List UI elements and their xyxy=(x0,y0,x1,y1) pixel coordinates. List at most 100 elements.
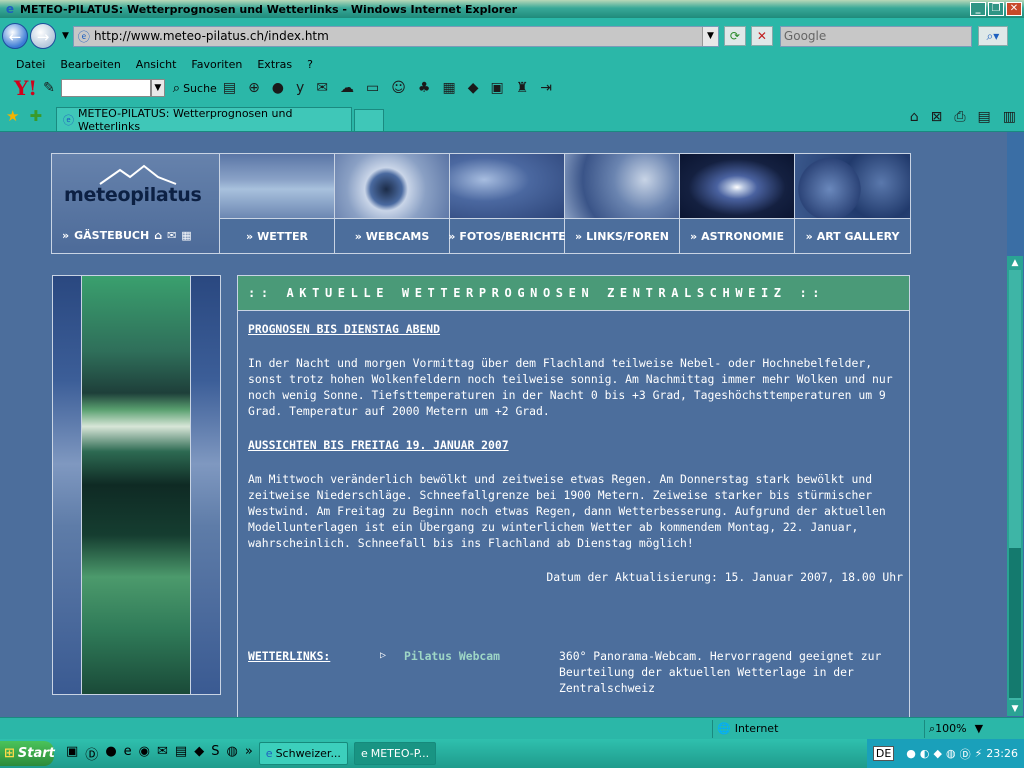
double-arrow-icon: » xyxy=(354,230,362,243)
nav-item-webcams[interactable]: » WEBCAMS xyxy=(335,154,450,253)
menu-favoriten[interactable]: Favoriten xyxy=(191,58,242,71)
nav-item-fotos[interactable]: » FOTOS/BERICHTE xyxy=(448,154,566,253)
quicklaunch-mail-icon[interactable]: ✉ xyxy=(157,744,168,763)
spheres-image xyxy=(795,154,910,219)
mail-icon[interactable]: ✉ xyxy=(316,80,328,96)
double-arrow-icon: » xyxy=(448,230,456,243)
logo-text: meteopilatus xyxy=(64,184,202,206)
yahoo-small-icon[interactable]: y xyxy=(296,80,304,96)
quicklaunch-desktop-icon[interactable]: ▣ xyxy=(66,744,78,763)
tools-menu-icon[interactable]: ▥ xyxy=(1003,109,1016,125)
page-scrollbar[interactable]: ▲ ▼ xyxy=(1007,256,1023,716)
quicklaunch-firefox-icon[interactable]: ◉ xyxy=(139,744,150,763)
double-arrow-icon: » xyxy=(62,229,70,242)
tray-icon-b[interactable]: ◐ xyxy=(920,747,930,760)
tray-icon-e[interactable]: Ⓓ xyxy=(960,746,971,762)
nav-item-astronomie[interactable]: » ASTRONOMIE xyxy=(680,154,795,253)
quicklaunch-globe-icon[interactable]: ◍ xyxy=(226,744,237,763)
pencil-icon[interactable]: ✎ xyxy=(43,80,55,96)
toolbar-search-field[interactable] xyxy=(60,79,151,97)
menu-bearbeiten[interactable]: Bearbeiten xyxy=(60,58,120,71)
quicklaunch-ie-icon[interactable]: e xyxy=(124,744,132,763)
stamp-icon[interactable]: ♜ xyxy=(516,80,529,96)
add-favorite-icon[interactable]: ✚ xyxy=(29,107,42,125)
site-logo[interactable]: meteopilatus » GÄSTEBUCH ⌂ ✉ ▦ xyxy=(52,154,220,253)
target-icon[interactable]: ⊕ xyxy=(248,80,260,96)
home-icon[interactable]: ⌂ xyxy=(910,109,919,125)
yahoo-logo-icon[interactable]: Y! xyxy=(14,76,37,100)
weather-icon[interactable]: ☁ xyxy=(340,80,354,96)
favorites-star-icon[interactable]: ★ xyxy=(6,107,19,125)
tray-icon-d[interactable]: ◍ xyxy=(946,747,956,760)
new-tab-button[interactable] xyxy=(354,109,385,131)
menu-ansicht[interactable]: Ansicht xyxy=(136,58,177,71)
feeds-icon[interactable]: ⊠ xyxy=(931,109,943,125)
chain-image xyxy=(565,154,679,219)
zoom-dropdown-icon[interactable]: ▼ xyxy=(975,722,983,735)
menu-datei[interactable]: Datei xyxy=(16,58,45,71)
tray-icon-a[interactable]: ● xyxy=(906,747,916,760)
task-schweizer[interactable]: e Schweizer... xyxy=(258,742,348,765)
people-icon[interactable]: ♣ xyxy=(418,80,431,96)
tray-icon-c[interactable]: ◆ xyxy=(933,747,941,760)
print-icon[interactable]: ⎙ xyxy=(954,109,965,125)
task-meteo[interactable]: e METEO-P... xyxy=(353,742,437,765)
sitemap-icon[interactable]: ▦ xyxy=(181,229,191,242)
nav-item-art-gallery[interactable]: » ART GALLERY xyxy=(795,154,910,253)
highlight-icon[interactable]: ▤ xyxy=(223,80,236,96)
quicklaunch-app-icon[interactable]: ◆ xyxy=(194,744,204,763)
exit-icon[interactable]: ⇥ xyxy=(540,80,552,96)
start-button[interactable]: ⊞ Start xyxy=(0,741,55,766)
scroll-thumb[interactable] xyxy=(1009,548,1021,698)
nav-item-wetter[interactable]: » WETTER xyxy=(220,154,335,253)
address-bar[interactable]: ⓔ http://www.meteo-pilatus.ch/index.htm … xyxy=(72,25,719,47)
language-indicator[interactable]: DE xyxy=(872,746,895,761)
zoom-control[interactable]: ⌕ 100% ▼ xyxy=(924,719,1020,738)
home-small-icon[interactable]: ⌂ xyxy=(154,229,162,242)
pilatus-webcam-link[interactable]: Pilatus Webcam xyxy=(404,648,559,696)
toolbar-search-button[interactable]: ⌕ Suche xyxy=(173,81,217,96)
toolbar-search-label: Suche xyxy=(183,81,217,95)
stop-button[interactable]: ✕ xyxy=(750,26,773,46)
address-dropdown-icon[interactable]: ▼ xyxy=(701,26,718,46)
restore-button[interactable]: ❐ xyxy=(988,2,1004,16)
toolbar-dropdown-icon[interactable]: ▼ xyxy=(150,79,165,97)
menu-help[interactable]: ? xyxy=(307,58,313,71)
scroll-up-icon[interactable]: ▲ xyxy=(1009,257,1021,269)
photos-icon[interactable]: ▣ xyxy=(490,80,503,96)
taskbar: ⊞ Start ▣ Ⓓ ● e ◉ ✉ ▤ ◆ S ◍ » e Schweize… xyxy=(0,739,1024,768)
galaxy-image xyxy=(680,154,794,219)
nav-item-links[interactable]: » LINKS/FOREN xyxy=(565,154,680,253)
menu-extras[interactable]: Extras xyxy=(257,58,292,71)
scroll-down-icon[interactable]: ▼ xyxy=(1009,703,1021,715)
mail-small-icon[interactable]: ✉ xyxy=(167,229,176,242)
tab-meteo-pilatus[interactable]: ⓔ METEO-PILATUS: Wetterprognosen und Wet… xyxy=(56,107,353,133)
quicklaunch-panda-icon[interactable]: ● xyxy=(105,744,116,763)
search-button[interactable]: ⌕▾ xyxy=(977,26,1008,46)
address-url[interactable]: http://www.meteo-pilatus.ch/index.htm xyxy=(94,29,329,43)
notes-icon[interactable]: ▭ xyxy=(366,80,379,96)
quicklaunch-folder-icon[interactable]: ▤ xyxy=(175,744,187,763)
minimize-button[interactable]: _ xyxy=(970,2,986,16)
history-dropdown-icon[interactable]: ▼ xyxy=(62,31,69,41)
guestbook-link[interactable]: » GÄSTEBUCH ⌂ ✉ ▦ xyxy=(62,229,192,242)
cube-icon[interactable]: ◆ xyxy=(468,80,479,96)
camera-image xyxy=(335,154,449,219)
tab-page-icon: ⓔ xyxy=(63,113,75,127)
zone-label: Internet xyxy=(734,722,779,735)
calendar-icon[interactable]: ▦ xyxy=(442,80,455,96)
quicklaunch-skype-icon[interactable]: S xyxy=(211,744,219,763)
quicklaunch-more-icon[interactable]: » xyxy=(245,744,253,763)
messenger-icon[interactable]: ☺ xyxy=(391,80,406,96)
refresh-button[interactable]: ⟳ xyxy=(723,26,746,46)
forward-button[interactable]: → xyxy=(30,23,56,49)
page-menu-icon[interactable]: ▤ xyxy=(978,109,991,125)
back-button[interactable]: ← xyxy=(2,23,28,49)
close-window-button[interactable]: ✕ xyxy=(1006,2,1022,16)
search-input[interactable]: Google xyxy=(779,25,972,47)
quicklaunch-d-icon[interactable]: Ⓓ xyxy=(85,744,98,763)
mein-yahoo-icon[interactable]: ● xyxy=(272,80,284,96)
nav-label-astronomie: ASTRONOMIE xyxy=(701,230,784,243)
tray-icon-f[interactable]: ⚡ xyxy=(975,747,983,760)
clock[interactable]: 23:26 xyxy=(986,747,1018,760)
